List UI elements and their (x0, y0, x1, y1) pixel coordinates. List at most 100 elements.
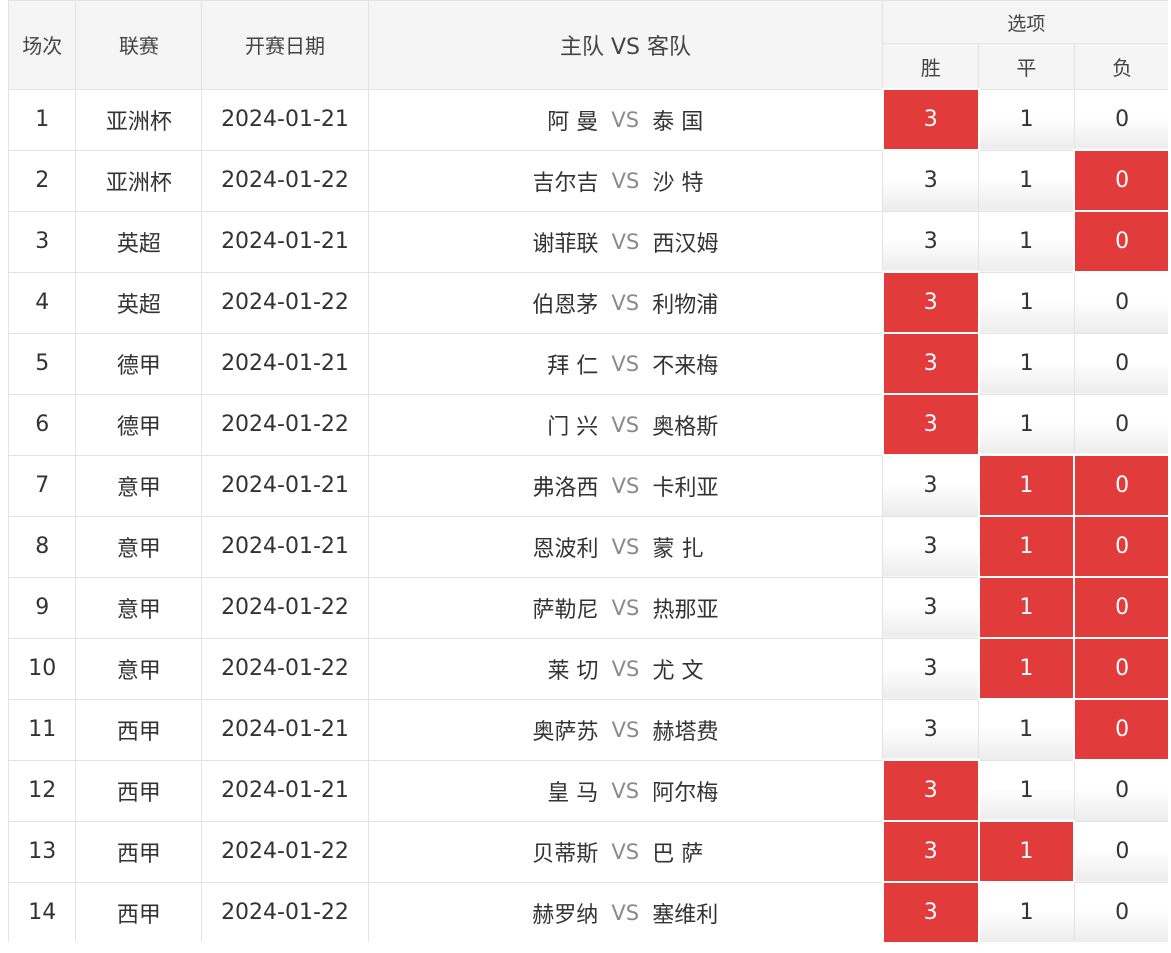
match-no: 1 (8, 88, 77, 151)
match-teams: 赫罗纳 VS 塞维利 (367, 881, 884, 942)
option-draw-button[interactable]: 1 (978, 332, 1075, 395)
option-win-button[interactable]: 3 (881, 88, 980, 151)
option-win-button[interactable]: 3 (882, 637, 980, 700)
option-draw-button[interactable]: 1 (978, 393, 1075, 456)
option-lose-button[interactable]: 0 (1073, 759, 1171, 822)
table-row: 2 亚洲杯 2024-01-22 吉尔吉 VS 沙 特 3 1 0 (8, 149, 1171, 212)
option-draw-button[interactable]: 1 (977, 515, 1076, 578)
home-team: 吉尔吉 (532, 170, 599, 196)
option-lose-button[interactable]: 0 (1073, 637, 1171, 700)
league-name: 英超 (75, 271, 203, 334)
option-lose-button[interactable]: 0 (1073, 454, 1171, 517)
away-team: 不来梅 (652, 353, 719, 379)
league-name: 英超 (75, 210, 203, 273)
option-lose-button[interactable]: 0 (1073, 88, 1171, 151)
match-date: 2024-01-22 (201, 393, 369, 456)
option-draw-button[interactable]: 1 (978, 881, 1075, 942)
option-lose-button[interactable]: 0 (1073, 332, 1171, 395)
option-draw-button[interactable]: 1 (978, 271, 1075, 334)
vs-label: VS (611, 778, 640, 803)
match-date: 2024-01-21 (201, 759, 369, 822)
away-team: 蒙 扎 (652, 536, 704, 562)
home-team: 赫罗纳 (532, 902, 599, 928)
vs-label: VS (611, 351, 640, 376)
option-lose-button[interactable]: 0 (1073, 881, 1171, 942)
lottery-table-container: 场次 联赛 开赛日期 主队 VS 客队 选项 胜 平 负 1 亚洲杯 2024-… (8, 0, 1171, 942)
league-name: 德甲 (75, 332, 203, 395)
option-lose-button[interactable]: 0 (1073, 820, 1171, 883)
match-no: 10 (8, 637, 77, 700)
option-draw-button[interactable]: 1 (977, 637, 1076, 700)
option-win-button[interactable]: 3 (881, 271, 980, 334)
option-draw-button[interactable]: 1 (978, 698, 1075, 761)
table-row: 6 德甲 2024-01-22 门 兴 VS 奥格斯 3 1 0 (8, 393, 1171, 456)
vs-label: VS (611, 656, 640, 681)
home-team: 奥萨苏 (532, 719, 599, 745)
option-win-button[interactable]: 3 (881, 881, 980, 942)
option-win-button[interactable]: 3 (882, 149, 980, 212)
match-date: 2024-01-22 (201, 576, 369, 639)
match-table: 场次 联赛 开赛日期 主队 VS 客队 选项 胜 平 负 1 亚洲杯 2024-… (8, 0, 1171, 942)
away-team: 泰 国 (652, 109, 704, 135)
league-name: 亚洲杯 (75, 88, 203, 151)
table-row: 5 德甲 2024-01-21 拜 仁 VS 不来梅 3 1 0 (8, 332, 1171, 395)
option-lose-button[interactable]: 0 (1073, 210, 1171, 273)
home-team: 皇 马 (547, 780, 599, 806)
home-team: 门 兴 (547, 414, 599, 440)
option-lose-button[interactable]: 0 (1073, 576, 1171, 639)
header-lose: 负 (1073, 43, 1171, 90)
away-team: 沙 特 (652, 170, 704, 196)
away-team: 巴 萨 (652, 841, 704, 867)
away-team: 阿尔梅 (652, 780, 719, 806)
match-no: 13 (8, 820, 77, 883)
away-team: 尤 文 (652, 658, 704, 684)
match-date: 2024-01-22 (201, 820, 369, 883)
match-no: 9 (8, 576, 77, 639)
match-date: 2024-01-21 (201, 698, 369, 761)
option-win-button[interactable]: 3 (881, 759, 980, 822)
option-win-button[interactable]: 3 (881, 393, 980, 456)
vs-label: VS (611, 412, 640, 437)
match-date: 2024-01-21 (201, 515, 369, 578)
option-win-button[interactable]: 3 (882, 454, 980, 517)
match-no: 4 (8, 271, 77, 334)
vs-label: VS (611, 534, 640, 559)
option-draw-button[interactable]: 1 (977, 820, 1076, 883)
table-row: 13 西甲 2024-01-22 贝蒂斯 VS 巴 萨 3 1 0 (8, 820, 1171, 883)
match-teams: 门 兴 VS 奥格斯 (367, 393, 884, 456)
away-team: 奥格斯 (652, 414, 719, 440)
option-lose-button[interactable]: 0 (1073, 393, 1171, 456)
option-lose-button[interactable]: 0 (1073, 149, 1171, 212)
match-no: 7 (8, 454, 77, 517)
match-teams: 吉尔吉 VS 沙 特 (367, 149, 884, 212)
match-date: 2024-01-22 (201, 881, 369, 942)
option-win-button[interactable]: 3 (881, 820, 980, 883)
match-date: 2024-01-21 (201, 454, 369, 517)
match-teams: 恩波利 VS 蒙 扎 (367, 515, 884, 578)
option-draw-button[interactable]: 1 (978, 210, 1075, 273)
option-lose-button[interactable]: 0 (1073, 515, 1171, 578)
header-draw: 平 (978, 43, 1075, 90)
vs-label: VS (611, 839, 640, 864)
option-draw-button[interactable]: 1 (977, 454, 1076, 517)
option-draw-button[interactable]: 1 (978, 88, 1075, 151)
option-win-button[interactable]: 3 (882, 210, 980, 273)
option-draw-button[interactable]: 1 (978, 759, 1075, 822)
vs-label: VS (611, 900, 640, 925)
header-win: 胜 (882, 43, 980, 90)
option-win-button[interactable]: 3 (882, 515, 980, 578)
option-lose-button[interactable]: 0 (1073, 271, 1171, 334)
option-win-button[interactable]: 3 (882, 698, 980, 761)
option-win-button[interactable]: 3 (882, 576, 980, 639)
header-league: 联赛 (75, 0, 203, 90)
vs-label: VS (611, 473, 640, 498)
option-draw-button[interactable]: 1 (978, 149, 1075, 212)
option-win-button[interactable]: 3 (881, 332, 980, 395)
header-no: 场次 (8, 0, 77, 90)
match-date: 2024-01-22 (201, 637, 369, 700)
option-lose-button[interactable]: 0 (1073, 698, 1171, 761)
option-draw-button[interactable]: 1 (977, 576, 1076, 639)
home-team: 谢菲联 (532, 231, 599, 257)
table-header: 场次 联赛 开赛日期 主队 VS 客队 选项 胜 平 负 (8, 0, 1171, 90)
match-no: 11 (8, 698, 77, 761)
